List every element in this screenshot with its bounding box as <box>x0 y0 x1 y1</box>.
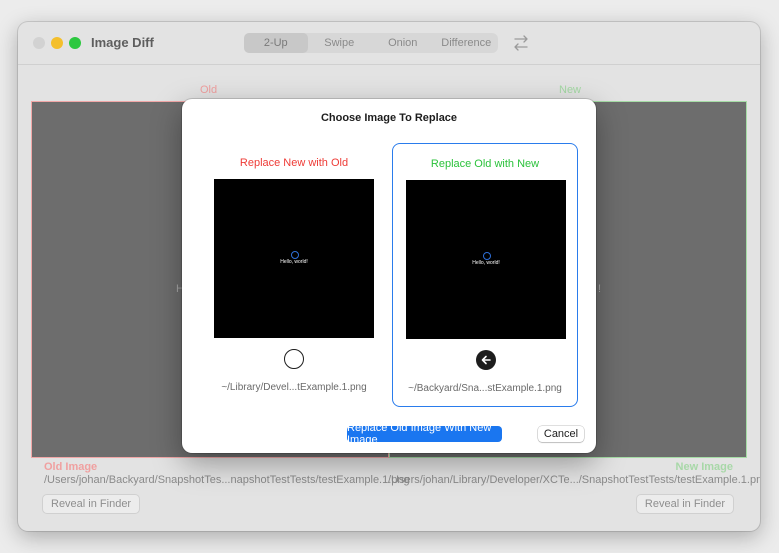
minimize-window-button[interactable] <box>51 37 63 49</box>
mode-onion[interactable]: Onion <box>371 33 435 53</box>
new-image-path: /Users/johan/Library/Developer/XCTe.../S… <box>388 474 760 486</box>
view-mode-control: 2-Up Swipe Onion Difference <box>244 33 498 53</box>
reveal-new-in-finder-button[interactable]: Reveal in Finder <box>635 494 734 514</box>
option-path: ~/Library/Devel...tExample.1.png <box>221 382 367 393</box>
old-image-header: Old Image <box>44 461 98 473</box>
new-image-preview: Hello, world! <box>406 180 566 339</box>
close-window-button[interactable] <box>33 37 45 49</box>
option-replace-old-with-new[interactable]: Replace Old with New Hello, world! ~/Bac… <box>392 143 578 407</box>
cancel-button[interactable]: Cancel <box>538 426 584 442</box>
swap-icon[interactable] <box>513 34 529 52</box>
radio-button-selected[interactable] <box>476 350 496 370</box>
option-path: ~/Backyard/Sna...stExample.1.png <box>408 383 562 394</box>
option-label: Replace Old with New <box>430 158 540 170</box>
new-pane-text: ! <box>598 283 602 295</box>
title-divider <box>18 64 760 65</box>
old-image-path: /Users/johan/Backyard/SnapshotTes...naps… <box>44 474 410 486</box>
mode-difference[interactable]: Difference <box>435 33 499 53</box>
replace-old-with-new-button[interactable]: Replace Old Image With New Image <box>347 422 502 446</box>
mode-2up[interactable]: 2-Up <box>244 33 308 53</box>
spinner-icon <box>483 252 491 260</box>
new-label: New <box>559 84 582 96</box>
mode-swipe[interactable]: Swipe <box>308 33 372 53</box>
old-label: Old <box>200 84 218 96</box>
window-title: Image Diff <box>91 35 154 50</box>
replace-image-dialog: Choose Image To Replace Replace New with… <box>182 99 596 453</box>
radio-button[interactable] <box>284 349 304 369</box>
zoom-window-button[interactable] <box>69 37 81 49</box>
reveal-old-in-finder-button[interactable]: Reveal in Finder <box>42 494 141 514</box>
preview-text: Hello, world! <box>472 260 500 266</box>
spinner-icon <box>291 251 299 259</box>
dialog-title: Choose Image To Replace <box>320 112 458 124</box>
option-replace-new-with-old[interactable]: Replace New with Old Hello, world! ~/Lib… <box>201 143 387 407</box>
title-bar: Image Diff 2-Up Swipe Onion Difference <box>18 22 760 64</box>
old-image-preview: Hello, world! <box>214 179 374 338</box>
preview-text: Hello, world! <box>280 259 308 265</box>
option-label: Replace New with Old <box>239 157 349 169</box>
new-image-header: New Image <box>675 461 733 473</box>
arrow-left-icon <box>481 355 491 365</box>
